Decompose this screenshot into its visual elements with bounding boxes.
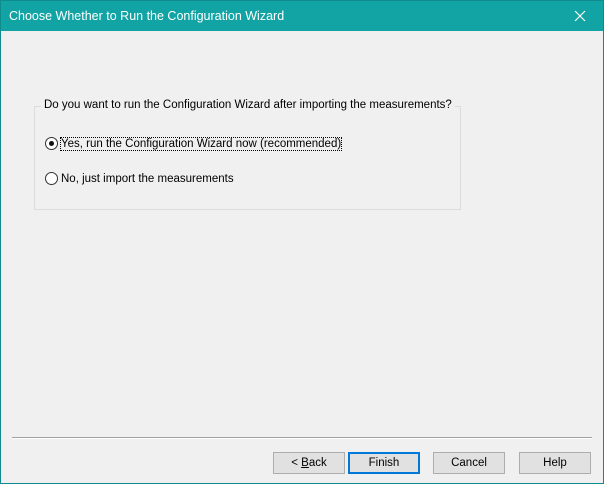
option-no-radio[interactable]: No, just import the measurements [45, 172, 234, 185]
option-yes-label: Yes, run the Configuration Wizard now (r… [59, 136, 343, 151]
option-no-label: No, just import the measurements [61, 172, 234, 185]
finish-button[interactable]: Finish [348, 452, 420, 474]
back-rest: ack [308, 457, 327, 469]
question-label: Do you want to run the Configuration Wiz… [41, 99, 455, 111]
question-groupbox [34, 106, 461, 210]
window-title: Choose Whether to Run the Configuration … [9, 9, 285, 23]
cancel-button[interactable]: Cancel [433, 452, 505, 474]
close-button[interactable] [557, 1, 603, 31]
close-icon [574, 10, 586, 22]
radio-unchecked-icon [45, 172, 58, 185]
back-button[interactable]: < Back [273, 452, 345, 474]
back-mnemonic: B [301, 457, 309, 469]
footer-separator [12, 437, 592, 439]
back-prefix: < [291, 457, 302, 469]
help-button[interactable]: Help [519, 452, 591, 474]
dialog-window: Choose Whether to Run the Configuration … [0, 0, 604, 484]
option-yes-radio[interactable]: Yes, run the Configuration Wizard now (r… [45, 136, 343, 151]
radio-checked-icon [45, 137, 58, 150]
title-bar[interactable]: Choose Whether to Run the Configuration … [1, 1, 603, 31]
